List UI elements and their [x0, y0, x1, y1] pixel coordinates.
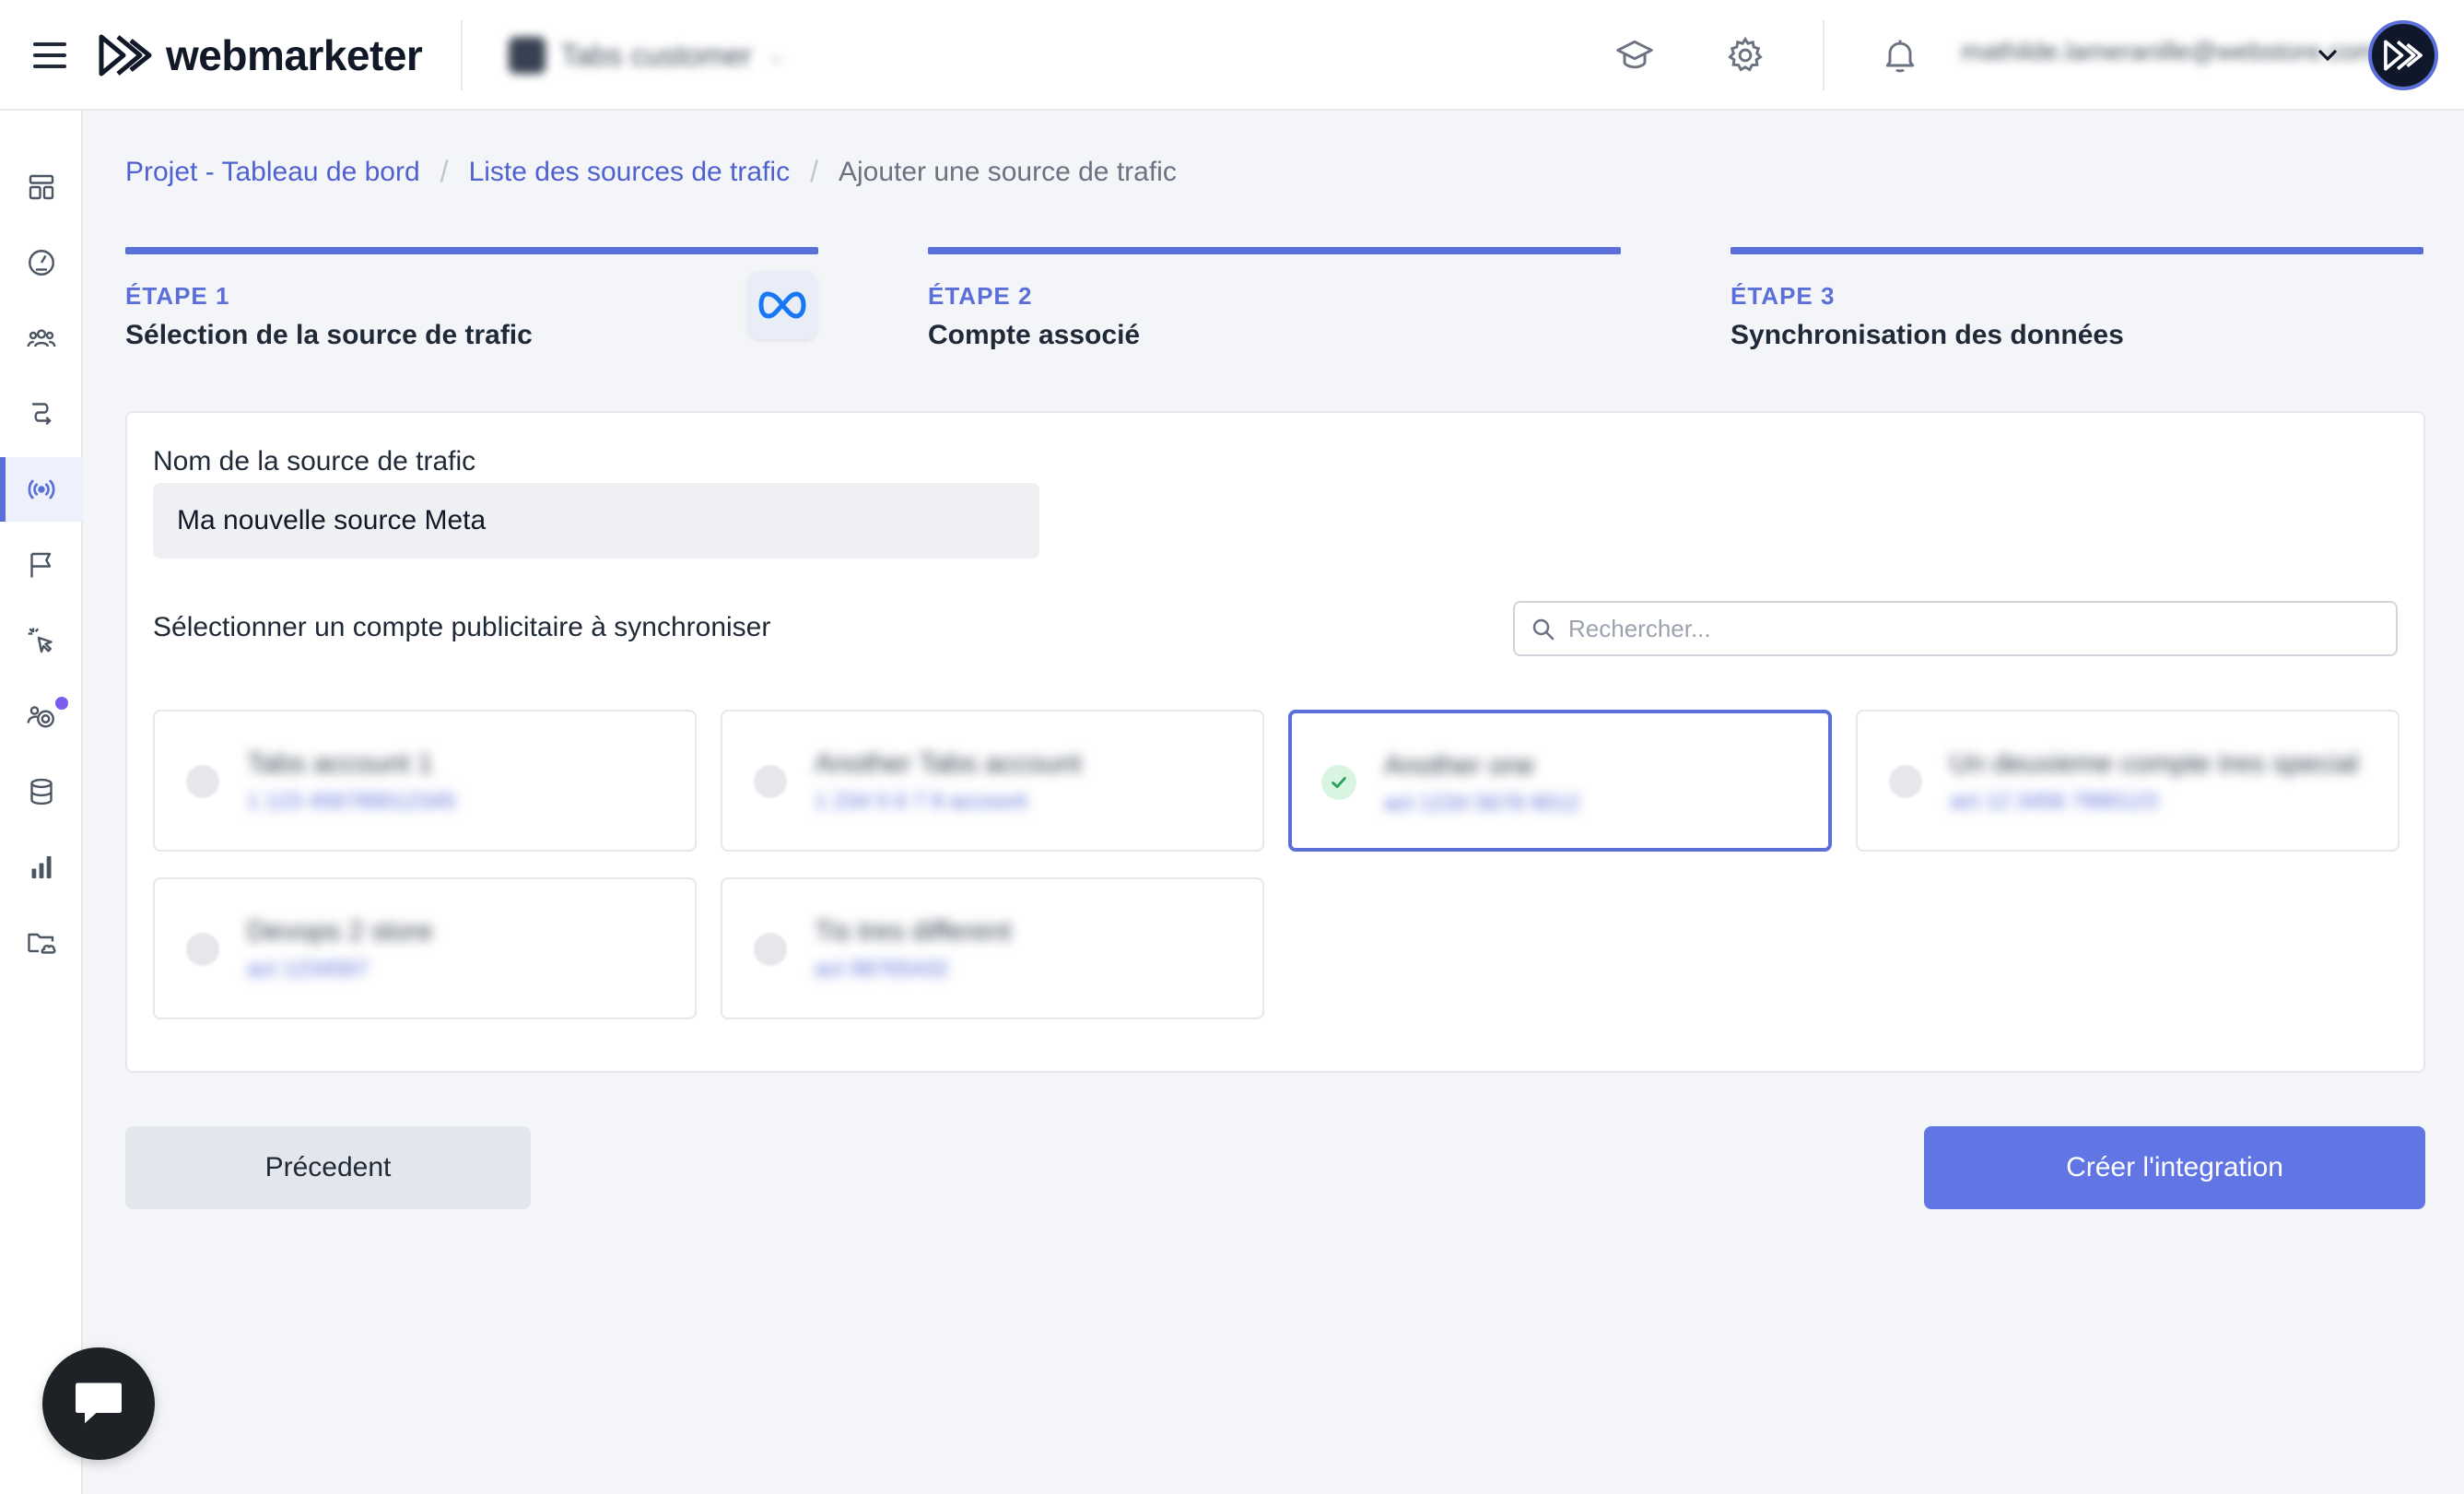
breadcrumb: Projet - Tableau de bord / Liste des sou… — [125, 155, 1177, 189]
user-avatar[interactable] — [2368, 20, 2438, 90]
step-progress-bar — [928, 247, 1621, 254]
step-title: Sélection de la source de trafic — [125, 320, 533, 350]
account-id: act 1234 5678 9012 — [1384, 791, 1580, 816]
notification-dot — [55, 697, 68, 710]
source-name-input[interactable] — [153, 483, 1039, 559]
menu-icon[interactable] — [33, 42, 66, 68]
previous-button[interactable]: Précedent — [125, 1126, 531, 1209]
chat-launcher[interactable] — [42, 1347, 155, 1460]
source-name-label: Nom de la source de trafic — [153, 446, 476, 476]
search-box[interactable] — [1513, 601, 2398, 656]
gear-icon[interactable] — [1725, 35, 1766, 76]
sidebar — [0, 111, 83, 1494]
account-selection-card: Nom de la source de trafic Sélectionner … — [125, 411, 2425, 1073]
users-icon — [27, 329, 56, 347]
webmarketer-logo-icon — [99, 34, 152, 76]
radio-button[interactable] — [1889, 765, 1922, 798]
project-name: Tabs customer — [560, 38, 753, 72]
breadcrumb-current: Ajouter une source de trafic — [838, 156, 1177, 187]
check-icon[interactable] — [1321, 765, 1356, 800]
sidebar-item-audiences[interactable] — [0, 306, 83, 371]
account-name: Un deuxieme compte tres special — [1950, 748, 2359, 779]
bell-icon[interactable] — [1880, 35, 1920, 76]
account-option[interactable]: Tis tres different act 98765432 — [721, 877, 1264, 1019]
account-id: act 1234567 — [247, 957, 370, 982]
meta-badge — [748, 271, 816, 339]
search-input[interactable] — [1568, 603, 2379, 654]
account-name: Tabs account 1 — [247, 748, 433, 779]
chevron-down-icon: ⌄ — [767, 42, 786, 68]
account-id: act 98765432 — [815, 957, 949, 982]
sidebar-item-analytics[interactable] — [0, 230, 83, 295]
account-id: 1 123 456789012345 — [247, 789, 456, 814]
gauge-icon — [29, 250, 54, 276]
header-divider — [1823, 20, 1825, 90]
step-3: ÉTAPE 3 Synchronisation des données — [1731, 247, 2423, 351]
radio-button[interactable] — [186, 933, 219, 966]
project-selector[interactable]: Tabs customer ⌄ — [509, 35, 785, 76]
brand-logo[interactable]: webmarketer — [98, 29, 423, 81]
account-name: Devops 2 store — [247, 916, 433, 947]
account-option[interactable]: Another Tabs account 1 234 5 6 7 8 accou… — [721, 710, 1264, 852]
account-select-label: Sélectionner un compte publicitaire à sy… — [153, 612, 771, 642]
sidebar-item-storage[interactable] — [0, 911, 83, 975]
account-name: Tis tres different — [815, 916, 1012, 947]
radio-button[interactable] — [186, 765, 219, 798]
create-integration-button[interactable]: Créer l'integration — [1924, 1126, 2425, 1209]
sidebar-item-goals[interactable] — [0, 684, 83, 748]
account-option[interactable]: Un deuxieme compte tres special act 12 3… — [1856, 710, 2399, 852]
step-label: ÉTAPE 3 — [1731, 282, 1836, 310]
step-progress-bar — [1731, 247, 2423, 254]
account-option[interactable]: Tabs account 1 1 123 456789012345 — [153, 710, 697, 852]
step-1: ÉTAPE 1 Sélection de la source de trafic — [125, 247, 818, 351]
search-icon — [1532, 618, 1555, 641]
sidebar-item-data[interactable] — [0, 759, 83, 824]
step-label: ÉTAPE 2 — [928, 282, 1033, 310]
folder-cloud-icon — [28, 933, 56, 954]
target-users-icon — [27, 706, 54, 728]
sidebar-item-traffic-sources[interactable] — [0, 457, 83, 522]
academy-icon[interactable] — [1614, 35, 1655, 76]
dashboard-icon — [29, 174, 54, 200]
account-id: act 12 3456 7890123 — [1950, 789, 2158, 814]
account-option-selected[interactable]: Another one act 1234 5678 9012 — [1288, 710, 1832, 852]
breadcrumb-link-dashboard[interactable]: Projet - Tableau de bord — [125, 157, 420, 188]
sidebar-item-clicks[interactable] — [0, 608, 83, 673]
step-label: ÉTAPE 1 — [125, 282, 230, 310]
account-name: Another one — [1384, 750, 1535, 781]
sidebar-item-reports[interactable] — [0, 835, 83, 900]
account-option[interactable]: Devops 2 store act 1234567 — [153, 877, 697, 1019]
radio-button[interactable] — [754, 933, 787, 966]
bar-chart-icon — [31, 856, 52, 878]
step-2: ÉTAPE 2 Compte associé — [928, 247, 1621, 351]
cursor-click-icon — [28, 628, 53, 653]
database-icon — [30, 778, 53, 806]
meta-logo-icon — [758, 291, 806, 319]
account-id: 1 234 5 6 7 8 account — [815, 789, 1027, 814]
account-name: Another Tabs account — [815, 748, 1082, 779]
breadcrumb-link-traffic-sources[interactable]: Liste des sources de trafic — [469, 157, 791, 188]
route-icon — [31, 403, 52, 425]
chevron-down-icon[interactable] — [2313, 41, 2342, 70]
header-divider — [461, 20, 463, 90]
sidebar-item-campaigns[interactable] — [0, 533, 83, 597]
step-progress-bar — [125, 247, 818, 254]
step-title: Synchronisation des données — [1731, 320, 2124, 350]
webmarketer-logo-icon — [2384, 40, 2423, 71]
flag-icon — [30, 552, 52, 578]
broadcast-icon — [28, 479, 55, 500]
project-avatar — [509, 37, 546, 74]
breadcrumb-separator: / — [810, 155, 818, 188]
sidebar-item-dashboard[interactable] — [0, 155, 83, 219]
chat-icon — [76, 1382, 122, 1424]
breadcrumb-separator: / — [440, 155, 449, 188]
sidebar-item-journeys[interactable] — [0, 382, 83, 446]
brand-name: webmarketer — [166, 31, 423, 79]
step-title: Compte associé — [928, 320, 1141, 350]
radio-button[interactable] — [754, 765, 787, 798]
top-bar: webmarketer Tabs customer ⌄ mathilde.lam… — [0, 0, 2464, 111]
